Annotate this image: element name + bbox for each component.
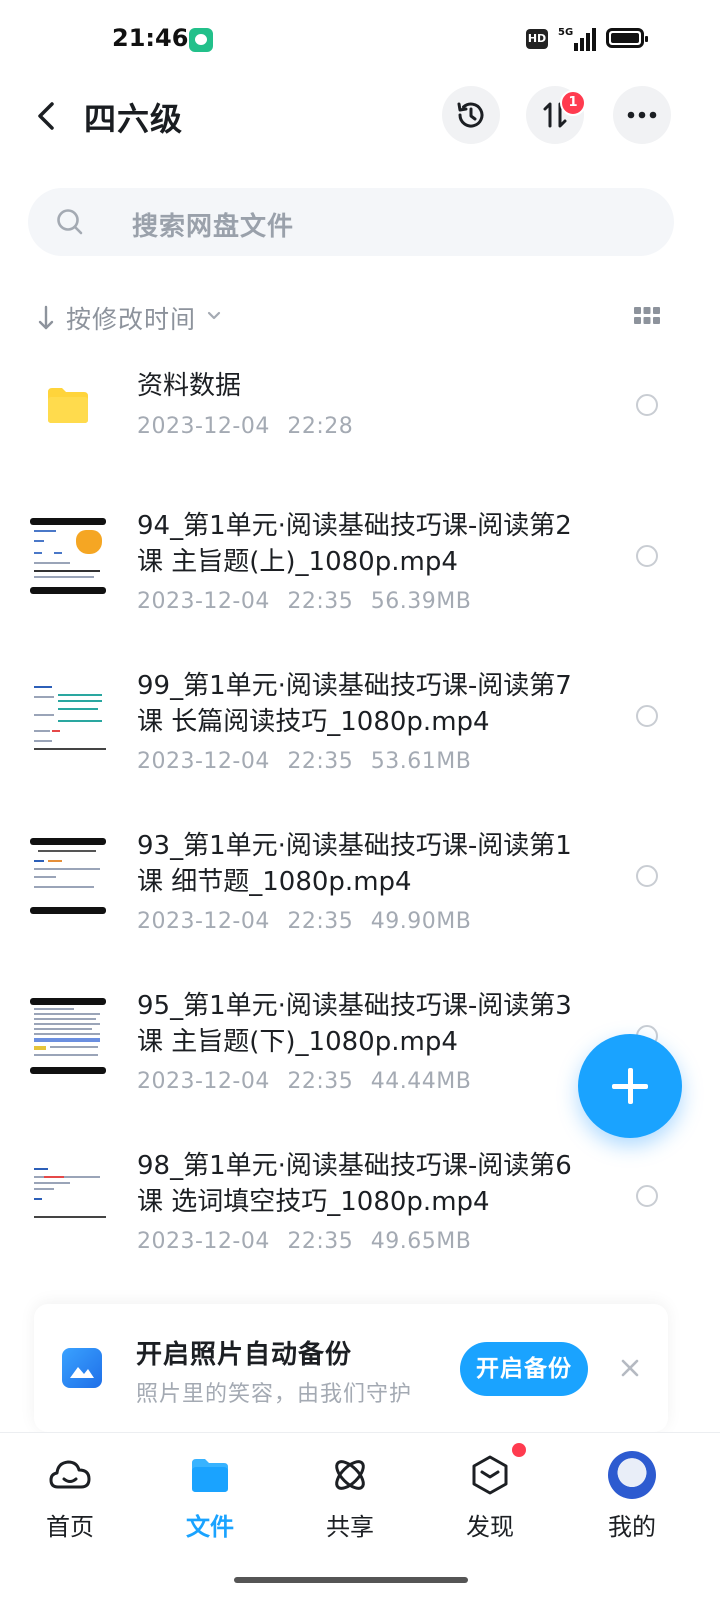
search-icon bbox=[57, 209, 83, 235]
tab-label: 首页 bbox=[46, 1513, 94, 1541]
discover-cube-icon bbox=[472, 1455, 508, 1495]
file-name: 资料数据 bbox=[137, 371, 242, 401]
file-meta: 2023-12-04 22:35 49.65MB bbox=[137, 1229, 481, 1254]
file-name: 94_第1单元·阅读基础技巧课-阅读第2课 主旨题(上)_1080p.mp4 bbox=[137, 511, 572, 577]
file-date: 2023-12-04 bbox=[137, 589, 270, 614]
file-name: 99_第1单元·阅读基础技巧课-阅读第7课 长篇阅读技巧_1080p.mp4 bbox=[137, 671, 572, 737]
home-indicator[interactable] bbox=[234, 1577, 468, 1583]
add-button[interactable] bbox=[578, 1034, 682, 1138]
notification-app-icon bbox=[189, 28, 213, 52]
discover-notification-dot bbox=[512, 1443, 526, 1457]
select-checkbox[interactable] bbox=[636, 545, 658, 567]
tab-me[interactable]: 我的 bbox=[582, 1447, 682, 1547]
avatar bbox=[608, 1451, 656, 1499]
list-item[interactable]: 99_第1单元·阅读基础技巧课-阅读第7课 长篇阅读技巧_1080p.mp4 2… bbox=[0, 666, 720, 796]
list-item[interactable]: 94_第1单元·阅读基础技巧课-阅读第2课 主旨题(上)_1080p.mp4 2… bbox=[0, 506, 720, 636]
more-dots-icon bbox=[627, 111, 657, 119]
transfer-button[interactable]: 1 bbox=[526, 86, 586, 144]
file-date: 2023-12-04 bbox=[137, 749, 270, 774]
tab-label: 我的 bbox=[608, 1513, 656, 1541]
tab-files[interactable]: 文件 bbox=[160, 1447, 260, 1547]
file-time: 22:35 bbox=[287, 909, 354, 934]
video-thumbnail bbox=[30, 838, 106, 914]
select-checkbox[interactable] bbox=[636, 1185, 658, 1207]
file-size: 56.39MB bbox=[370, 589, 472, 614]
file-time: 22:35 bbox=[287, 1069, 354, 1094]
sort-direction-icon[interactable] bbox=[36, 304, 56, 332]
share-atom-icon bbox=[335, 1460, 365, 1490]
file-date: 2023-12-04 bbox=[137, 909, 270, 934]
file-time: 22:28 bbox=[287, 414, 354, 439]
search-input[interactable]: 搜索网盘文件 bbox=[28, 188, 674, 256]
sort-bar: 按修改时间 bbox=[0, 296, 720, 340]
file-meta: 2023-12-04 22:35 53.61MB bbox=[137, 749, 481, 774]
file-date: 2023-12-04 bbox=[137, 414, 270, 439]
tab-label: 共享 bbox=[326, 1513, 374, 1541]
file-date: 2023-12-04 bbox=[137, 1229, 270, 1254]
signal-icon: 5G bbox=[558, 27, 596, 51]
list-item[interactable]: 资料数据 2023-12-04 22:28 bbox=[0, 356, 720, 476]
list-item[interactable]: 93_第1单元·阅读基础技巧课-阅读第1课 细节题_1080p.mp4 2023… bbox=[0, 826, 720, 956]
history-icon bbox=[457, 102, 484, 128]
file-size: 44.44MB bbox=[370, 1069, 472, 1094]
more-button[interactable] bbox=[613, 86, 671, 144]
file-meta: 2023-12-04 22:35 56.39MB bbox=[137, 589, 481, 614]
hd-icon: HD bbox=[526, 29, 548, 49]
status-time: 21:46 bbox=[112, 24, 189, 52]
folder-icon bbox=[192, 1459, 228, 1492]
file-meta: 2023-12-04 22:35 44.44MB bbox=[137, 1069, 481, 1094]
video-thumbnail bbox=[30, 998, 106, 1074]
backup-title: 开启照片自动备份 bbox=[136, 1340, 353, 1370]
tab-home[interactable]: 首页 bbox=[20, 1447, 120, 1547]
search-placeholder: 搜索网盘文件 bbox=[132, 212, 295, 242]
file-name: 93_第1单元·阅读基础技巧课-阅读第1课 细节题_1080p.mp4 bbox=[137, 831, 572, 897]
video-thumbnail bbox=[30, 518, 106, 594]
close-icon[interactable] bbox=[620, 1358, 640, 1378]
backup-banner: 开启照片自动备份 照片里的笑容，由我们守护 开启备份 bbox=[34, 1304, 668, 1432]
grid-view-icon[interactable] bbox=[634, 306, 660, 326]
file-meta: 2023-12-04 22:28 bbox=[137, 414, 363, 439]
sort-label[interactable]: 按修改时间 bbox=[66, 300, 196, 336]
enable-backup-button[interactable]: 开启备份 bbox=[460, 1342, 588, 1396]
file-meta: 2023-12-04 22:35 49.90MB bbox=[137, 909, 481, 934]
file-name: 95_第1单元·阅读基础技巧课-阅读第3课 主旨题(下)_1080p.mp4 bbox=[137, 991, 572, 1057]
transfer-count-badge: 1 bbox=[560, 90, 586, 116]
folder-icon bbox=[48, 388, 88, 423]
video-thumbnail bbox=[30, 1158, 106, 1234]
cloud-home-icon bbox=[49, 1460, 91, 1489]
select-checkbox[interactable] bbox=[636, 865, 658, 887]
chevron-down-icon[interactable] bbox=[206, 308, 222, 324]
video-thumbnail bbox=[30, 678, 106, 754]
select-checkbox[interactable] bbox=[636, 394, 658, 416]
tab-label: 文件 bbox=[186, 1513, 234, 1541]
file-time: 22:35 bbox=[287, 749, 354, 774]
select-checkbox[interactable] bbox=[636, 705, 658, 727]
file-name: 98_第1单元·阅读基础技巧课-阅读第6课 选词填空技巧_1080p.mp4 bbox=[137, 1151, 572, 1217]
file-time: 22:35 bbox=[287, 1229, 354, 1254]
tab-share[interactable]: 共享 bbox=[300, 1447, 400, 1547]
network-type: 5G bbox=[558, 27, 573, 38]
backup-subtitle: 照片里的笑容，由我们守护 bbox=[136, 1382, 413, 1407]
back-button[interactable] bbox=[28, 96, 68, 136]
file-time: 22:35 bbox=[287, 589, 354, 614]
header: 四六级 1 bbox=[0, 80, 720, 160]
page-title: 四六级 bbox=[84, 100, 184, 138]
photo-icon bbox=[62, 1348, 102, 1388]
file-date: 2023-12-04 bbox=[137, 1069, 270, 1094]
file-size: 49.90MB bbox=[370, 909, 472, 934]
status-bar: 21:46 HD 5G bbox=[0, 0, 720, 80]
file-size: 49.65MB bbox=[370, 1229, 472, 1254]
file-size: 53.61MB bbox=[370, 749, 472, 774]
tab-discover[interactable]: 发现 bbox=[440, 1447, 540, 1547]
history-button[interactable] bbox=[442, 86, 500, 144]
tab-label: 发现 bbox=[466, 1513, 514, 1541]
battery-icon bbox=[606, 28, 648, 48]
list-item[interactable]: 98_第1单元·阅读基础技巧课-阅读第6课 选词填空技巧_1080p.mp4 2… bbox=[0, 1146, 720, 1276]
